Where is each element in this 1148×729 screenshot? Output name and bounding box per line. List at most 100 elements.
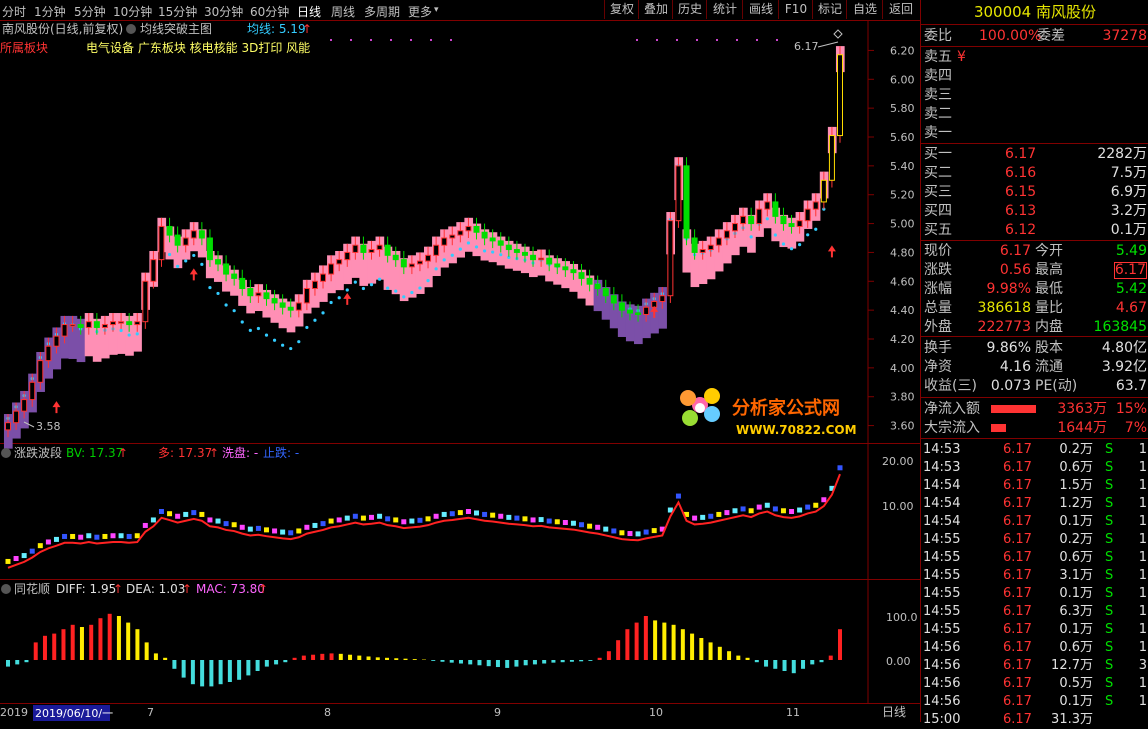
- ma-dot: [233, 309, 236, 312]
- f10-button[interactable]: F10: [778, 0, 813, 19]
- macd-bar: [80, 627, 84, 660]
- candle-body: [636, 313, 641, 315]
- date-cursor: 2019/06/10/一: [35, 707, 113, 720]
- flow-pct: 15%: [1116, 400, 1147, 418]
- ma-dot: [321, 311, 324, 314]
- candle-body: [773, 202, 778, 216]
- period-tab-60min[interactable]: 60分钟: [250, 3, 289, 20]
- signal-dot: [736, 39, 738, 41]
- period-tab-weekly[interactable]: 周线: [331, 3, 355, 20]
- tick-side: S: [1105, 513, 1113, 531]
- watchlist-button[interactable]: 自选: [846, 0, 883, 19]
- period-tab-daily[interactable]: 日线: [297, 3, 321, 20]
- macd-bar: [487, 660, 491, 666]
- tick-vol: 0.1万: [1059, 513, 1093, 531]
- flow-row: 净流入额3363万15%: [921, 400, 1148, 418]
- ma-dot: [443, 258, 446, 261]
- stat-label: 股本: [1035, 339, 1063, 357]
- tick-side: S: [1105, 459, 1113, 477]
- tick-row: 14:566.170.6万S1: [921, 639, 1148, 657]
- stat-row: 换手9.86%股本4.80亿: [921, 339, 1148, 357]
- ma-dot: [200, 263, 203, 266]
- macd-bar: [820, 660, 824, 662]
- fuquan-button[interactable]: 复权: [604, 0, 639, 19]
- candle-body: [781, 216, 786, 223]
- macd-bar: [61, 629, 65, 660]
- ma-dot: [192, 254, 195, 257]
- bid-price: 6.15: [1005, 183, 1036, 201]
- tick-time: 14:56: [923, 675, 960, 693]
- candle-body: [135, 322, 140, 325]
- ma-dot: [338, 296, 341, 299]
- wave-square: [579, 522, 584, 527]
- ma-dot: [402, 295, 405, 298]
- buy-arrow-icon: [828, 245, 836, 257]
- macd-bar: [172, 660, 176, 669]
- tick-time: 14:54: [923, 513, 960, 531]
- wave-square: [46, 539, 51, 544]
- sub2-menu-icon[interactable]: [1, 584, 11, 594]
- wave-square: [78, 535, 83, 540]
- candle-body: [684, 166, 689, 238]
- tick-count: 1: [1139, 477, 1147, 495]
- bv-up-arrow-icon: ↑: [118, 446, 128, 460]
- wave-square: [765, 503, 770, 508]
- history-button[interactable]: 历史: [672, 0, 707, 19]
- indicator-menu-icon[interactable]: [126, 24, 136, 34]
- period-tab-1min[interactable]: 1分钟: [34, 3, 66, 20]
- candle-body: [571, 270, 576, 273]
- macd-bar: [98, 618, 102, 660]
- wave-square: [199, 512, 204, 517]
- sub2-mac: MAC: 73.80: [196, 582, 265, 596]
- kline-chart-area[interactable]: 6.206.005.805.605.405.205.004.804.604.40…: [0, 20, 920, 722]
- period-tab-30min[interactable]: 30分钟: [204, 3, 243, 20]
- macd-bar: [524, 660, 528, 665]
- ma-dot: [451, 254, 454, 257]
- mark-button[interactable]: 标记: [812, 0, 847, 19]
- period-tab-5min[interactable]: 5分钟: [74, 3, 106, 20]
- macd-bar: [551, 660, 555, 663]
- candle-body: [6, 423, 11, 430]
- stat-value: 63.7: [1116, 377, 1147, 395]
- tick-price: 6.17: [1003, 549, 1032, 567]
- draw-line-button[interactable]: 画线: [742, 0, 779, 19]
- period-tab-multi[interactable]: 多周期: [364, 3, 400, 20]
- duo-up-arrow-icon: ↑: [209, 446, 219, 460]
- candle-body: [127, 322, 132, 325]
- sub2-tick-100: 100.0: [886, 611, 918, 624]
- period-tab-15min[interactable]: 15分钟: [158, 3, 197, 20]
- macd-bar: [154, 653, 158, 660]
- wave-square: [732, 508, 737, 513]
- sub1-xipan: 洗盘: -: [222, 445, 258, 460]
- signal-dot: [776, 39, 778, 41]
- stats-button[interactable]: 统计: [706, 0, 743, 19]
- sub1-menu-icon[interactable]: [1, 448, 11, 458]
- tick-count: 1: [1139, 459, 1147, 477]
- back-button[interactable]: 返回: [882, 0, 919, 19]
- wave-square: [450, 511, 455, 516]
- flow-row: 大宗流入1644万7%: [921, 419, 1148, 437]
- period-tab-more[interactable]: 更多: [408, 3, 432, 20]
- tick-row: 14:546.170.1万S1: [921, 513, 1148, 531]
- macd-bar: [635, 623, 639, 660]
- macd-bar: [413, 659, 417, 660]
- xaxis-period[interactable]: 日线: [882, 705, 906, 719]
- macd-bar: [246, 660, 250, 675]
- macd-bar: [339, 654, 343, 660]
- tick-row: 14:556.173.1万S1: [921, 567, 1148, 585]
- candle-body: [555, 264, 560, 267]
- tick-time: 15:00: [923, 711, 960, 729]
- period-tab-fenshi[interactable]: 分时: [2, 3, 26, 20]
- period-tab-10min[interactable]: 10分钟: [113, 3, 152, 20]
- signal-dot: [636, 39, 638, 41]
- overlay-button[interactable]: 叠加: [638, 0, 673, 19]
- tick-side: S: [1105, 549, 1113, 567]
- candle-body: [490, 238, 495, 241]
- macd-bar: [718, 647, 722, 660]
- macd-bar: [810, 660, 814, 664]
- candle-body: [644, 307, 649, 314]
- macd-bar: [43, 636, 47, 660]
- stat-row: 净资4.16流通3.92亿: [921, 358, 1148, 376]
- chart-title: 南风股份(日线,前复权): [2, 21, 123, 36]
- ask-row: 卖二: [921, 105, 1148, 123]
